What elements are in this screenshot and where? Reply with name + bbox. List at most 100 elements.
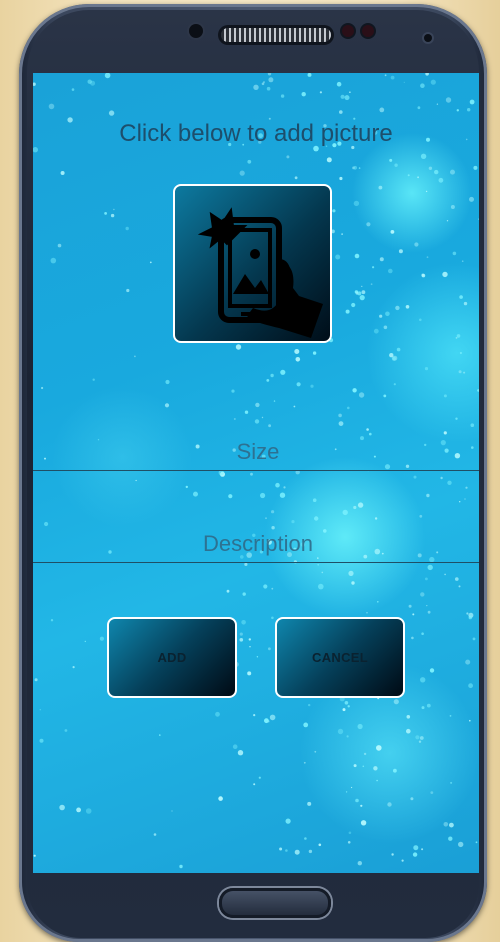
sparkle-dot: [99, 636, 104, 641]
sparkle-dot: [301, 92, 306, 97]
sparkle-dot: [263, 584, 268, 589]
sparkle-dot: [475, 841, 478, 844]
sparkle-dot: [406, 728, 411, 734]
sparkle-dot: [342, 509, 348, 516]
sparkle-dot: [239, 638, 244, 642]
description-field[interactable]: [33, 523, 479, 564]
sparkle-dot: [268, 77, 274, 83]
cancel-button[interactable]: CANCEL: [275, 617, 405, 698]
sparkle-dot: [264, 718, 269, 724]
sparkle-dot: [319, 91, 322, 94]
sparkle-dot: [443, 394, 447, 398]
sparkle-dot: [271, 616, 274, 620]
sparkle-dot: [355, 798, 359, 803]
sparkle-dot: [353, 200, 360, 207]
sparkle-dot: [280, 94, 285, 98]
sparkle-dot: [389, 353, 394, 358]
sparkle-dot: [447, 480, 452, 485]
sparkle-dot: [358, 167, 361, 169]
selfie-photo-icon: [197, 207, 323, 338]
sparkle-dot: [450, 169, 455, 175]
sparkle-dot: [60, 171, 65, 175]
sparkle-dot: [226, 589, 230, 593]
sparkle-dot: [360, 820, 367, 826]
sparkle-dot: [478, 218, 479, 220]
sparkle-dot: [469, 196, 474, 202]
sparkle-dot: [401, 859, 404, 862]
sparkle-dot: [271, 587, 274, 590]
sparkle-dot: [398, 249, 403, 254]
add-button[interactable]: ADD: [107, 617, 237, 698]
sparkle-dot: [410, 797, 414, 801]
sparkle-dot: [352, 166, 355, 170]
sparkle-dot: [477, 389, 479, 392]
sparkle-dot: [463, 301, 468, 306]
sparkle-dot: [393, 383, 396, 386]
sparkle-dot: [253, 84, 259, 90]
sparkle-dot: [149, 261, 152, 264]
sparkle-dot: [463, 371, 466, 374]
sparkle-dot: [339, 176, 343, 181]
sparkle-dot: [312, 498, 317, 503]
sparkle-dot: [125, 226, 129, 231]
sparkle-dot: [393, 768, 397, 773]
sparkle-dot: [459, 501, 461, 503]
size-input[interactable]: [33, 431, 479, 472]
sensor-icon: [362, 25, 374, 37]
sparkle-dot: [390, 230, 395, 234]
sparkle-dot: [294, 349, 300, 354]
sparkle-dot: [165, 379, 170, 385]
sparkle-dot: [359, 295, 365, 301]
add-picture-button[interactable]: [173, 184, 332, 343]
sparkle-dot: [269, 714, 276, 721]
sparkle-dot: [307, 801, 312, 806]
sparkle-dot: [255, 402, 260, 408]
sparkle-dot: [357, 502, 364, 508]
sparkle-dot: [391, 853, 394, 856]
sparkle-dot: [273, 400, 276, 402]
sparkle-dot: [391, 356, 396, 361]
sparkle-dot: [406, 715, 411, 719]
sparkle-dot: [344, 701, 349, 705]
sparkle-dot: [430, 79, 436, 85]
sparkle-dot: [285, 818, 291, 824]
earpiece-speaker: [221, 28, 331, 42]
sparkle-dot: [326, 157, 332, 163]
sparkle-dot: [268, 647, 271, 651]
sparkle-dot: [419, 514, 423, 518]
size-field[interactable]: [33, 431, 479, 472]
sparkle-dot: [448, 836, 453, 841]
sparkle-dot: [459, 351, 462, 355]
sparkle-dot: [387, 802, 392, 807]
sparkle-dot: [378, 185, 383, 190]
proximity-sensor-icon: [424, 34, 432, 42]
sparkle-dot: [444, 573, 446, 576]
description-input[interactable]: [33, 523, 479, 564]
sparkle-dot: [445, 97, 452, 103]
sparkle-dot: [438, 177, 444, 183]
sparkle-dot: [458, 841, 464, 848]
sparkle-dot: [34, 678, 38, 682]
sparkle-dot: [285, 849, 288, 852]
sparkle-dot: [376, 779, 378, 782]
sparkle-dot: [360, 804, 363, 807]
sparkle-dot: [347, 841, 351, 844]
sparkle-dot: [304, 837, 307, 840]
sparkle-dot: [248, 638, 251, 641]
sparkle-dot: [357, 723, 363, 730]
app-screen: Click below to add picture ADD CANCEL: [33, 73, 479, 873]
sparkle-dot: [110, 213, 115, 218]
sparkle-dot: [279, 492, 286, 498]
sparkle-dot: [396, 347, 401, 352]
sparkle-dot: [465, 659, 471, 665]
sparkle-dot: [296, 382, 301, 387]
sparkle-dot: [50, 257, 57, 264]
sparkle-dot: [294, 176, 298, 180]
sparkle-dot: [260, 492, 266, 499]
sparkle-dot: [473, 165, 478, 170]
sparkle-dot: [384, 74, 387, 77]
sparkle-dot: [388, 268, 393, 274]
sparkle-dot: [379, 314, 383, 318]
home-button[interactable]: [219, 888, 331, 918]
sparkle-dot: [348, 570, 354, 576]
